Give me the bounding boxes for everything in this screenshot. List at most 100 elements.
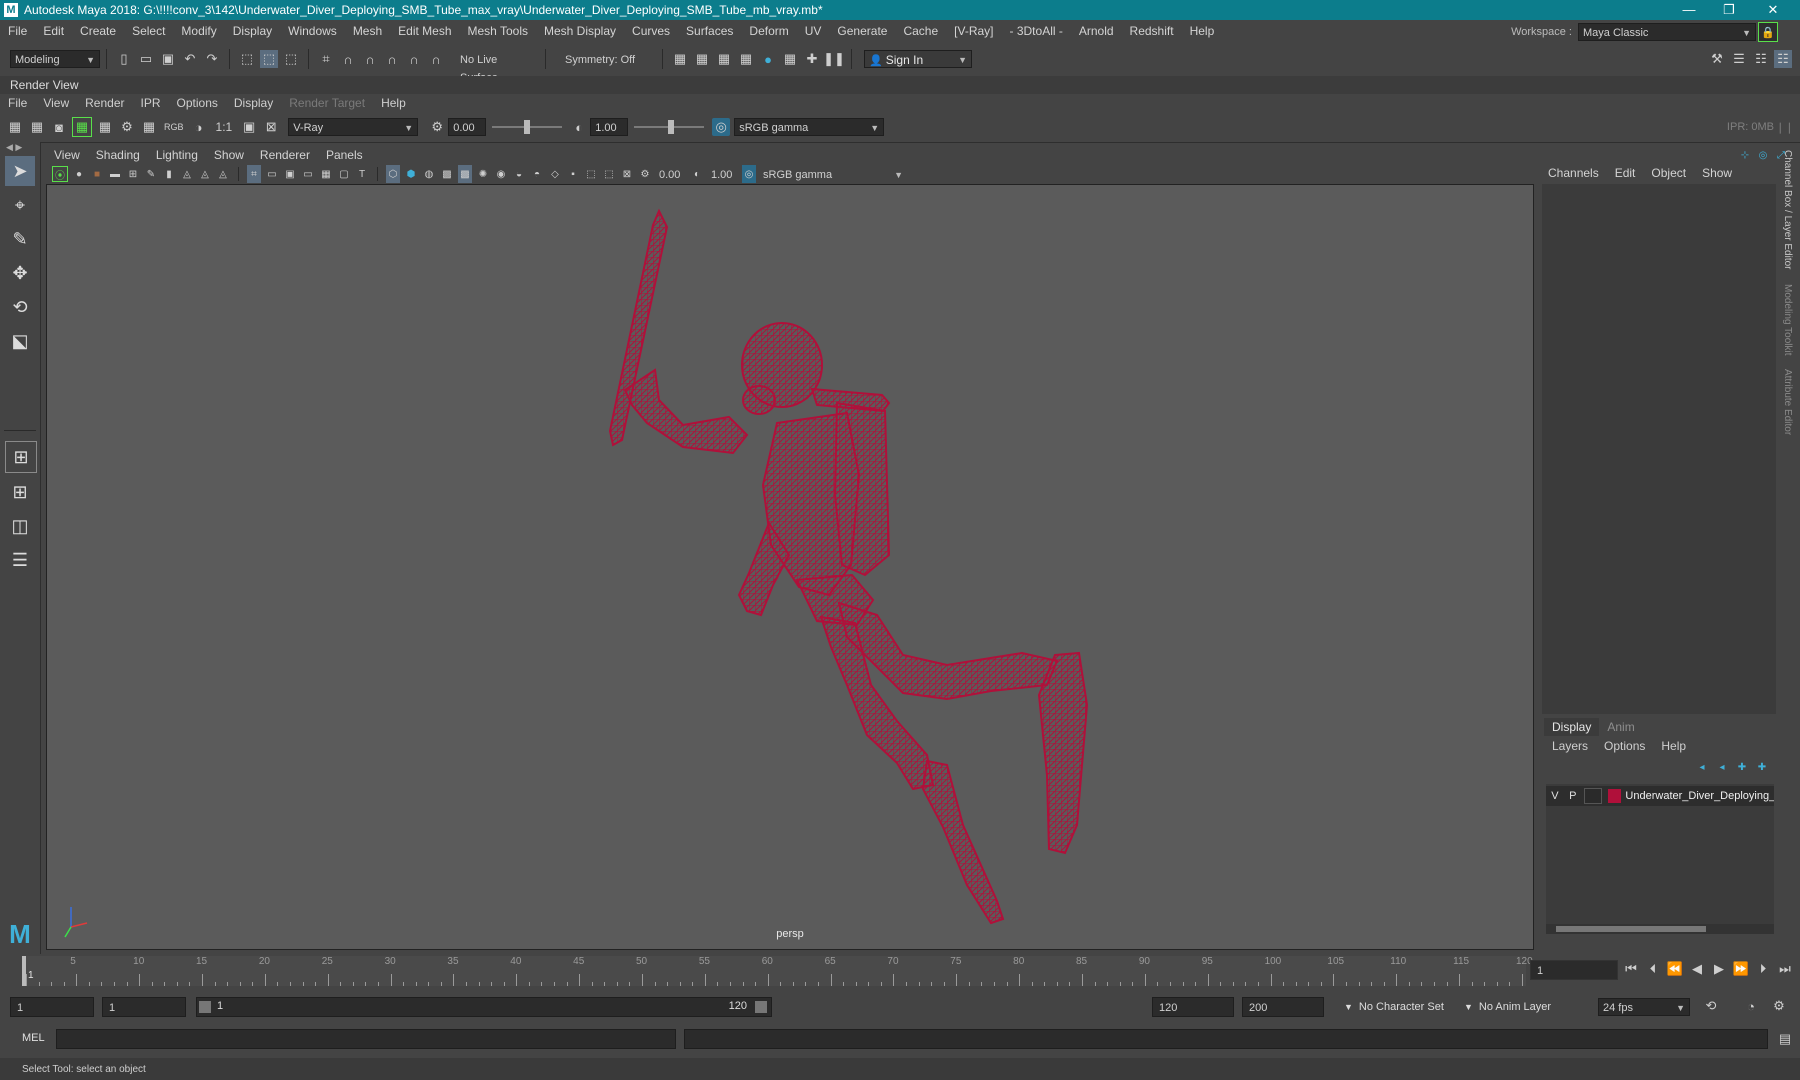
range-slider-bar[interactable]: 1 120 xyxy=(196,997,772,1017)
two-pane-layout-icon[interactable]: ◫ xyxy=(5,511,35,541)
menu-mesh[interactable]: Mesh xyxy=(345,24,390,38)
layer-row[interactable]: V P Underwater_Diver_Deploying_ xyxy=(1546,786,1774,806)
layer-visibility-toggle[interactable]: V xyxy=(1546,790,1564,802)
xray-components-icon[interactable]: ⊠ xyxy=(620,165,634,183)
ipr-render-icon[interactable]: ▦ xyxy=(715,50,733,68)
alpha-channel-icon[interactable]: ◑ xyxy=(190,118,208,136)
layer-menu-options[interactable]: Options xyxy=(1596,739,1653,753)
fps-dropdown[interactable]: 24 fps ▼ xyxy=(1598,998,1690,1016)
menu-file[interactable]: File xyxy=(0,24,35,38)
channel-box-toggle-icon[interactable]: ☷ xyxy=(1774,50,1792,68)
color-management-icon[interactable]: ◎ xyxy=(712,118,731,136)
step-back-key-icon[interactable]: ⏪ xyxy=(1666,960,1684,978)
viewport-menu-show[interactable]: Show xyxy=(206,148,252,162)
menu-mesh-display[interactable]: Mesh Display xyxy=(536,24,624,38)
exposure-field[interactable]: 0.00 xyxy=(448,118,487,136)
snap-curve-icon[interactable]: ∩ xyxy=(339,50,357,68)
new-layer-icon[interactable]: ✚ xyxy=(1734,758,1750,776)
screen-space-ao-icon[interactable]: ◉ xyxy=(494,165,508,183)
menu-vray[interactable]: [V-Ray] xyxy=(946,24,1001,38)
render-view-menu-render[interactable]: Render xyxy=(77,96,132,110)
use-all-lights-icon[interactable]: ▩ xyxy=(458,165,472,183)
menu-edit[interactable]: Edit xyxy=(35,24,72,38)
menu-arnold[interactable]: Arnold xyxy=(1071,24,1122,38)
time-slider-track[interactable]: 1 5 10 15 20 25 30 35 40 45 50 55 60 65 70 75 80 85 90 95 10… xyxy=(22,956,1533,986)
menu-create[interactable]: Create xyxy=(72,24,124,38)
viewport-view-transform-dropdown[interactable]: sRGB gamma ▼ xyxy=(758,166,908,182)
single-perspective-layout-icon[interactable]: ⊞ xyxy=(5,441,37,473)
go-to-start-icon[interactable]: ⏮ xyxy=(1622,960,1640,978)
new-layer-selected-icon[interactable]: ✚ xyxy=(1754,758,1770,776)
four-view-layout-icon[interactable]: ⊞ xyxy=(5,477,35,507)
select-hierarchy-icon[interactable]: ⬚ xyxy=(238,50,256,68)
camera-attributes-icon[interactable]: ● xyxy=(72,165,86,183)
live-surface-field[interactable]: No Live Surface xyxy=(455,50,539,84)
wireframe-on-shaded-icon[interactable]: ◍ xyxy=(422,165,436,183)
attribute-editor-toggle-icon[interactable]: ☰ xyxy=(1730,50,1748,68)
sync-icon[interactable]: ◎ xyxy=(1756,146,1770,164)
menu-deform[interactable]: Deform xyxy=(741,24,796,38)
menu-display[interactable]: Display xyxy=(225,24,280,38)
hierarchy-icon[interactable]: ⊹ xyxy=(1738,146,1752,164)
menu-windows[interactable]: Windows xyxy=(280,24,345,38)
redo-render-icon[interactable]: ▦ xyxy=(6,118,24,136)
animation-start-field[interactable]: 1 xyxy=(10,997,94,1017)
xray-display-icon[interactable]: ⬚ xyxy=(584,165,598,183)
gamma-field[interactable]: 1.00 xyxy=(590,118,629,136)
command-input[interactable] xyxy=(56,1029,676,1049)
go-to-end-icon[interactable]: ⏭ xyxy=(1776,960,1794,978)
channel-box-menu-object[interactable]: Object xyxy=(1643,166,1694,180)
pause-icon[interactable]: ❚❚ xyxy=(823,50,845,68)
close-icon[interactable]: ✕ xyxy=(1750,0,1796,20)
renderer-dropdown[interactable]: V-Ray ▼ xyxy=(288,118,419,136)
workspace-dropdown[interactable]: Maya Classic ▼ xyxy=(1578,23,1756,41)
play-backward-icon[interactable]: ◀ xyxy=(1688,960,1706,978)
menuset-dropdown[interactable]: Modeling ▼ xyxy=(10,50,100,68)
safe-action-icon[interactable]: ▢ xyxy=(337,165,351,183)
shadows-icon[interactable]: ✺ xyxy=(476,165,490,183)
viewport-menu-lighting[interactable]: Lighting xyxy=(148,148,206,162)
motion-blur-icon[interactable]: ◒ xyxy=(512,165,526,183)
ratio-toggle[interactable]: 1:1 xyxy=(216,120,233,134)
grid-toggle-icon[interactable]: ⌗ xyxy=(247,165,261,183)
undo-icon[interactable]: ↶ xyxy=(181,50,199,68)
refresh-ipr-icon[interactable]: ▦ xyxy=(96,118,114,136)
channel-box-area[interactable] xyxy=(1542,184,1776,714)
menu-edit-mesh[interactable]: Edit Mesh xyxy=(390,24,459,38)
select-tool-icon[interactable]: ➤ xyxy=(5,156,35,186)
viewport-exposure-field[interactable]: 0.00 xyxy=(654,166,688,182)
render-current-frame-icon[interactable]: ▦ xyxy=(671,50,689,68)
isolate-icon[interactable]: ◬ xyxy=(180,165,194,183)
tab-display[interactable]: Display xyxy=(1544,718,1600,736)
lock-icon[interactable]: 🔒 xyxy=(1758,22,1778,42)
scale-tool-icon[interactable]: ⬕ xyxy=(5,326,35,356)
paint-select-tool-icon[interactable]: ✎ xyxy=(5,224,35,254)
viewport-gamma-field[interactable]: 1.00 xyxy=(706,166,740,182)
exposure-slider-knob[interactable] xyxy=(524,120,531,134)
smooth-shade-icon[interactable]: ⬢ xyxy=(404,165,418,183)
render-sequence-icon[interactable]: ▦ xyxy=(693,50,711,68)
layer-menu-layers[interactable]: Layers xyxy=(1544,739,1596,753)
render-settings-icon[interactable]: ▦ xyxy=(737,50,755,68)
open-scene-icon[interactable]: ▭ xyxy=(137,50,155,68)
snapshot-icon[interactable]: ◙ xyxy=(50,118,68,136)
command-language-toggle[interactable]: MEL xyxy=(22,1032,45,1044)
playback-end-field[interactable]: 120 xyxy=(1152,997,1234,1017)
viewport-menu-shading[interactable]: Shading xyxy=(88,148,148,162)
channel-box-menu-edit[interactable]: Edit xyxy=(1607,166,1644,180)
channel-box-menu-show[interactable]: Show xyxy=(1694,166,1740,180)
animation-preferences-icon[interactable]: ⚙ xyxy=(1770,997,1788,1015)
playback-start-field[interactable]: 1 xyxy=(102,997,186,1017)
move-layer-down-icon[interactable]: ◂ xyxy=(1714,758,1730,776)
menu-generate[interactable]: Generate xyxy=(829,24,895,38)
tool-settings-toggle-icon[interactable]: ☷ xyxy=(1752,50,1770,68)
ipr-icon[interactable]: ▦ xyxy=(72,117,92,137)
view-transform-dropdown[interactable]: sRGB gamma ▼ xyxy=(734,118,885,136)
render-view-menu-display[interactable]: Display xyxy=(226,96,281,110)
bookmark-icon[interactable]: ▮ xyxy=(162,165,176,183)
diver-mesh-part[interactable] xyxy=(742,385,776,415)
move-layer-up-icon[interactable]: ◂ xyxy=(1694,758,1710,776)
save-scene-icon[interactable]: ▣ xyxy=(159,50,177,68)
auto-key-icon[interactable]: ◔ xyxy=(1742,997,1760,1015)
step-forward-key-icon[interactable]: ⏩ xyxy=(1732,960,1750,978)
